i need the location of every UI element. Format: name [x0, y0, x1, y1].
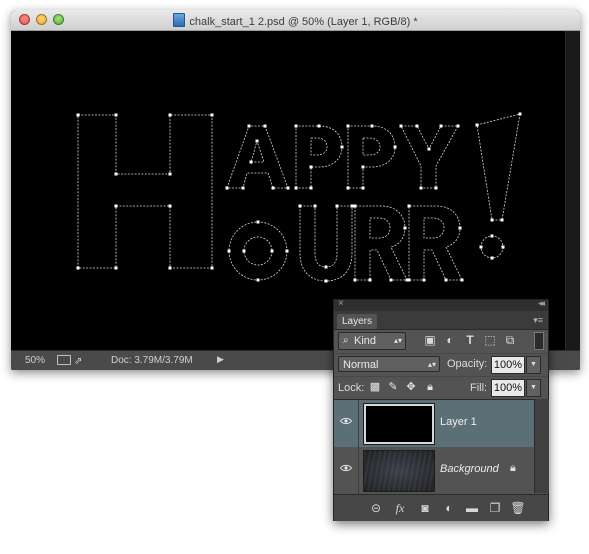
smart-object-filter-icon[interactable]: ⧉: [503, 333, 517, 347]
fill-dropdown-button[interactable]: ▼: [526, 379, 541, 397]
layer-thumbnail: [363, 403, 435, 445]
path-dot: [480, 235, 504, 259]
path-letter-o-inner: [243, 236, 273, 266]
share-icon[interactable]: ⇗: [74, 356, 82, 367]
lock-row: Lock: ▩ ✎ ✥ 🔒︎ Fill: 100% ▼: [334, 376, 548, 399]
lock-label: Lock:: [338, 382, 365, 394]
adjustment-filter-icon[interactable]: ◐: [443, 333, 457, 347]
layer-list-scrollbar[interactable]: [534, 399, 549, 493]
layer-thumbnail: [363, 450, 435, 492]
path-letter-r-hole: [369, 217, 391, 239]
zoom-level[interactable]: 50%: [25, 355, 45, 366]
link-layers-icon[interactable]: ⊝: [368, 500, 384, 516]
path-letter-y: [400, 125, 459, 189]
path-letter-p1-hole: [310, 137, 328, 156]
close-panel-icon[interactable]: ×: [338, 298, 344, 309]
fill-input[interactable]: 100%: [491, 379, 525, 397]
blend-mode-value: Normal: [343, 359, 379, 371]
eye-icon[interactable]: [340, 464, 352, 472]
fx-icon[interactable]: fx: [392, 500, 408, 516]
adjustment-layer-icon[interactable]: ◐: [441, 500, 457, 516]
filter-kind-select[interactable]: ⌕ Kind ▴▾: [338, 332, 406, 350]
chevron-updown-icon: ▴▾: [427, 360, 436, 369]
fill-label: Fill:: [470, 382, 488, 394]
blend-row: Normal ▴▾ Opacity: 100% ▼: [334, 353, 548, 376]
status-menu-arrow[interactable]: ▶: [217, 354, 224, 365]
window-title-wrap: chalk_start_1 2.psd @ 50% (Layer 1, RGB/…: [11, 13, 580, 28]
filter-row: ⌕ Kind ▴▾ ▣ ◐ T ⬚ ⧉: [334, 330, 548, 352]
path-letter-r2-hole: [423, 217, 445, 239]
new-layer-icon[interactable]: ❐: [487, 500, 503, 516]
panel-tab-row: Layers ▾≡: [334, 311, 548, 330]
lock-all-icon[interactable]: 🔒︎: [424, 381, 436, 393]
collapse-panel-icon[interactable]: ◂◂: [538, 298, 545, 309]
path-letter-p2-hole: [362, 137, 381, 156]
panel-bottom-toolbar: ⊝ fx ◙ ◐ ▬ ❐ 🗑︎: [334, 494, 548, 521]
shape-filter-icon[interactable]: ⬚: [483, 333, 497, 347]
path-letter-r2: [408, 205, 463, 281]
path-letter-o-outer: [228, 221, 288, 281]
lock-transparency-icon[interactable]: ▩: [369, 381, 381, 393]
vertical-scrollbar[interactable]: [565, 31, 580, 350]
layer-row-background[interactable]: Background 🔒︎: [334, 447, 534, 495]
new-group-icon[interactable]: ▬: [464, 500, 480, 516]
path-letter-exclaim: [476, 113, 521, 221]
path-letter-a-hole: [250, 139, 265, 163]
visibility-cell[interactable]: [334, 447, 359, 494]
opacity-input[interactable]: 100%: [491, 356, 525, 374]
doc-size: Doc: 3.79M/3.79M: [111, 355, 193, 366]
path-letter-u: [299, 205, 353, 282]
window-title: chalk_start_1 2.psd @ 50% (Layer 1, RGB/…: [189, 16, 418, 28]
panel-menu-icon[interactable]: ▾≡: [533, 315, 543, 326]
filter-toggle[interactable]: [534, 332, 544, 350]
blend-mode-select[interactable]: Normal ▴▾: [338, 356, 440, 372]
type-filter-icon[interactable]: T: [463, 333, 477, 347]
eye-icon[interactable]: [340, 417, 352, 425]
layers-panel: × ◂◂ Layers ▾≡ ⌕ Kind ▴▾ ▣ ◐ T ⬚ ⧉ Norma…: [333, 298, 549, 521]
lock-icon: 🔒︎: [510, 462, 516, 474]
status-icons: ⇗: [57, 355, 82, 367]
add-mask-icon[interactable]: ◙: [417, 500, 433, 516]
chevron-updown-icon: ▴▾: [393, 336, 402, 345]
psd-file-icon: [173, 13, 186, 27]
search-icon: ⌕: [343, 335, 349, 346]
path-letter-p2: [347, 125, 396, 189]
path-letter-h: [77, 114, 213, 269]
image-filter-icon[interactable]: ▣: [423, 333, 437, 347]
path-letter-a: [226, 125, 289, 189]
layer-name[interactable]: Layer 1: [440, 416, 477, 428]
panel-drag-bar[interactable]: × ◂◂: [334, 298, 548, 311]
delete-icon[interactable]: 🗑︎: [510, 500, 526, 516]
lock-position-icon[interactable]: ✥: [405, 381, 417, 393]
opacity-dropdown-button[interactable]: ▼: [526, 356, 541, 374]
layer-list: Layer 1 Background 🔒︎: [334, 399, 548, 495]
layer-row-layer-1[interactable]: Layer 1: [334, 400, 534, 448]
opacity-label: Opacity:: [447, 358, 488, 370]
path-letter-r: [354, 205, 408, 281]
lock-pixels-icon[interactable]: ✎: [387, 381, 399, 393]
layer-name[interactable]: Background: [440, 463, 499, 475]
filter-kind-value: Kind: [354, 335, 377, 347]
title-bar[interactable]: chalk_start_1 2.psd @ 50% (Layer 1, RGB/…: [11, 10, 580, 31]
anchor-points: [76, 112, 522, 283]
visibility-cell[interactable]: [334, 400, 359, 447]
proof-icon[interactable]: [57, 355, 71, 365]
tab-layers[interactable]: Layers: [337, 314, 378, 329]
path-letter-p1: [295, 125, 343, 189]
